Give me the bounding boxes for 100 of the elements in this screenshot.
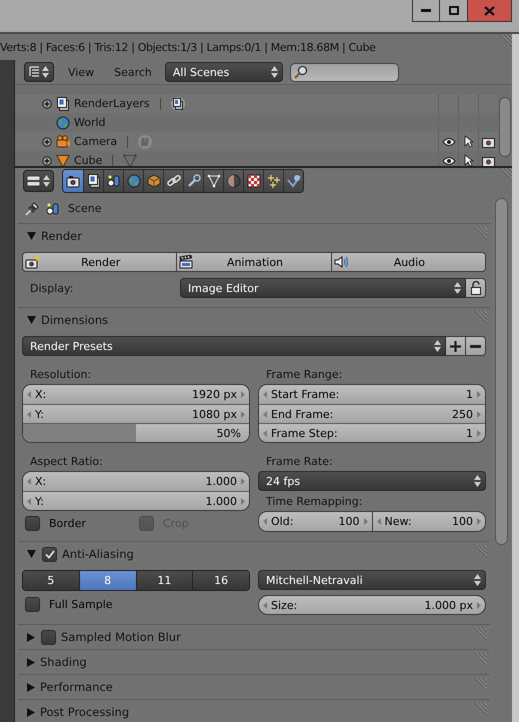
properties-tab[interactable]: [283, 170, 303, 192]
number-field[interactable]: X: 1920 px: [23, 385, 249, 404]
maximize-button[interactable]: [440, 0, 468, 22]
right-arrow-icon: [477, 410, 481, 418]
outliner-row[interactable]: Camera: [15, 132, 498, 151]
panel-title[interactable]: Performance: [40, 680, 113, 694]
properties-tab[interactable]: [163, 170, 183, 192]
panel-title[interactable]: Sampled Motion Blur: [61, 630, 181, 644]
minus-icon: [470, 344, 481, 348]
globe-icon: [126, 174, 140, 188]
panel-title[interactable]: Dimensions: [41, 313, 108, 327]
section-label: Frame Range:: [265, 366, 344, 382]
left-arrow-icon: [263, 430, 267, 436]
animation-button[interactable]: Animation: [177, 252, 332, 272]
number-field[interactable]: Frame Step: 1: [259, 423, 485, 442]
checker-icon: [246, 174, 260, 188]
search-field[interactable]: [290, 62, 399, 82]
right-arrow-icon: [477, 602, 481, 608]
sphere-icon: [226, 174, 240, 188]
context-breadcrumb: Scene: [68, 202, 102, 215]
up-down-arrows-icon: [454, 282, 461, 294]
border-checkbox[interactable]: Border: [22, 514, 136, 532]
section-label: Frame Rate:: [265, 454, 334, 470]
checkbox[interactable]: [42, 546, 57, 562]
up-down-arrows-icon: [474, 475, 481, 487]
up-down-arrows-icon: [434, 340, 441, 352]
properties-tab[interactable]: [103, 170, 123, 192]
properties-tab[interactable]: [263, 170, 283, 192]
left-arrow-icon: [27, 478, 31, 485]
left-arrow-icon: [27, 410, 31, 418]
left-arrow-icon: [263, 410, 267, 418]
number-field[interactable]: End Frame: 250: [259, 404, 485, 423]
frame-rate-dropdown[interactable]: 24 fps: [258, 471, 486, 491]
close-button[interactable]: [468, 0, 512, 22]
number-field[interactable]: Start Frame: 1: [259, 385, 485, 404]
audio-button[interactable]: Audio: [332, 252, 486, 272]
sample-option[interactable]: 16: [192, 571, 249, 590]
properties-tab[interactable]: [63, 170, 83, 192]
speaker-icon: [334, 255, 348, 269]
left-arrow-icon: [263, 391, 267, 398]
outliner-item[interactable]: World: [74, 116, 106, 129]
lock-button[interactable]: [466, 278, 486, 298]
checkbox[interactable]: [41, 630, 56, 644]
maximize-icon: [448, 6, 458, 15]
expand-icon[interactable]: [42, 156, 52, 166]
panel-title[interactable]: Anti-Aliasing: [62, 547, 134, 561]
scene-icon: [106, 174, 120, 188]
properties-icon: [27, 176, 40, 186]
properties-tab[interactable]: [243, 170, 263, 192]
sparkles-icon: [266, 174, 280, 188]
ball-check-icon: [286, 174, 300, 188]
minimize-icon: [421, 9, 431, 12]
sample-option[interactable]: 11: [136, 571, 192, 590]
expand-icon[interactable]: [42, 136, 52, 146]
right-arrow-icon: [241, 410, 245, 418]
right-arrow-icon: [241, 391, 245, 398]
camera-icon: [482, 136, 495, 148]
expand-icon[interactable]: [42, 98, 52, 108]
properties-tab[interactable]: [183, 170, 203, 192]
number-field[interactable]: X: 1.000: [23, 472, 249, 491]
cube-icon: [146, 174, 160, 188]
right-arrow-icon: [241, 478, 245, 485]
display-mode-dropdown[interactable]: All Scenes: [164, 62, 283, 82]
sample-option[interactable]: 8: [78, 571, 136, 590]
section-label: Resolution:: [29, 366, 92, 382]
outliner-item[interactable]: Cube: [74, 154, 102, 166]
scrollbar[interactable]: [495, 198, 508, 545]
properties-tab[interactable]: [83, 170, 103, 192]
eye-icon: [442, 136, 456, 146]
remove-button[interactable]: [466, 336, 486, 356]
globe-icon: [56, 116, 70, 130]
editor-type-button[interactable]: [23, 170, 54, 192]
properties-tab[interactable]: [203, 170, 223, 192]
percentage-slider[interactable]: 50%: [23, 423, 249, 442]
number-field[interactable]: Size: 1.000 px: [258, 595, 486, 615]
scrollbar[interactable]: [499, 97, 511, 157]
up-down-arrows-icon: [43, 175, 50, 187]
outliner-icon: [29, 66, 40, 78]
add-button[interactable]: [446, 336, 466, 356]
outliner-item[interactable]: Camera: [74, 135, 118, 148]
outliner-item[interactable]: RenderLayers: [74, 97, 150, 110]
panel-title[interactable]: Shading: [40, 655, 87, 669]
render-button[interactable]: Render: [22, 252, 178, 272]
number-field[interactable]: Y: 1080 px: [23, 404, 249, 423]
menu-item[interactable]: Search: [114, 66, 152, 78]
presets-dropdown[interactable]: Render Presets: [22, 336, 446, 356]
minimize-button[interactable]: [412, 0, 440, 22]
outliner-row[interactable]: RenderLayers: [15, 94, 498, 113]
panel-title[interactable]: Render: [41, 229, 82, 243]
camera-plus-icon: [25, 255, 39, 269]
full-sample-checkbox[interactable]: Full Sample: [22, 595, 250, 613]
filter-dropdown[interactable]: Mitchell-Netravali: [258, 570, 486, 590]
display-dropdown[interactable]: Image Editor: [180, 278, 466, 298]
sample-option[interactable]: 5: [23, 571, 79, 590]
editor-type-button[interactable]: [24, 62, 54, 82]
right-arrow-icon: [477, 430, 481, 436]
menu-item[interactable]: View: [68, 66, 94, 78]
camera-icon: [138, 134, 152, 148]
number-field[interactable]: Y: 1.000: [23, 491, 249, 510]
panel-title[interactable]: Post Processing: [40, 705, 130, 719]
